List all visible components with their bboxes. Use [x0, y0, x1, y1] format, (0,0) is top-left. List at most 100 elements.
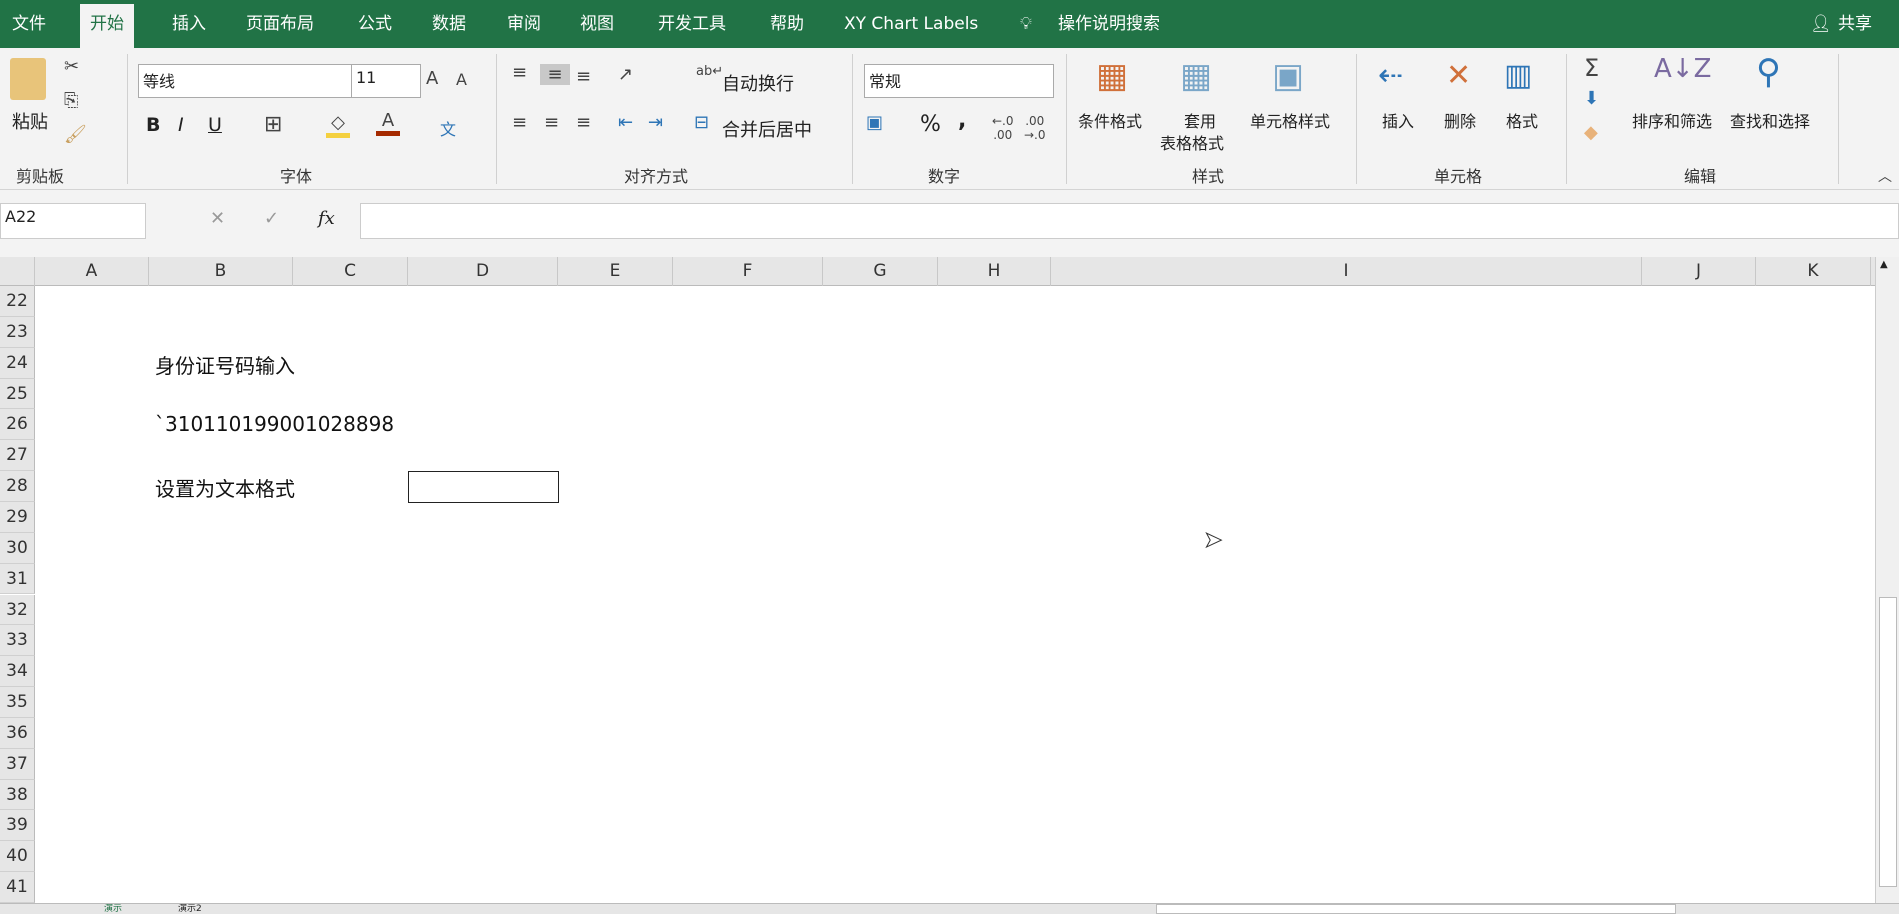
sheet-tab-active[interactable]: 演示 — [104, 904, 122, 914]
clear-icon[interactable]: ◆ — [1584, 122, 1598, 143]
increase-font-icon[interactable]: A — [426, 68, 438, 89]
bold-button[interactable]: B — [146, 114, 160, 136]
underline-button[interactable]: U — [208, 114, 222, 136]
col-header-H[interactable]: H — [938, 257, 1051, 286]
col-header-G[interactable]: G — [823, 257, 938, 286]
row-header-22[interactable]: 22 — [0, 286, 35, 317]
col-header-I[interactable]: I — [1051, 257, 1642, 286]
font-size-select[interactable]: 11 — [351, 64, 421, 98]
orientation-icon[interactable]: ↗ — [618, 64, 633, 85]
accounting-format-icon[interactable]: ▣ — [866, 112, 883, 133]
col-header-E[interactable]: E — [558, 257, 673, 286]
select-all[interactable] — [0, 257, 35, 286]
row-header-27[interactable]: 27 — [0, 440, 35, 472]
tell-me-search[interactable]: 操作说明搜索 — [1048, 0, 1170, 48]
merge-center-button[interactable]: 合并后居中 — [722, 116, 812, 142]
row-header-29[interactable]: 29 — [0, 501, 35, 533]
row-header-37[interactable]: 37 — [0, 748, 35, 780]
decrease-font-icon[interactable]: A — [456, 70, 467, 89]
number-format-select[interactable]: 常规 — [864, 64, 1054, 98]
font-name-select[interactable]: 等线 — [138, 64, 352, 98]
format-cells-button[interactable]: 格式 — [1506, 108, 1538, 132]
borders-icon[interactable]: ⊞ — [264, 112, 282, 137]
tab-help[interactable]: 帮助 — [760, 0, 814, 48]
col-header-D[interactable]: D — [408, 257, 558, 286]
row-header-38[interactable]: 38 — [0, 779, 35, 811]
cell-B24[interactable]: 身份证号码输入 — [155, 350, 295, 379]
row-header-23[interactable]: 23 — [0, 316, 35, 348]
tab-insert[interactable]: 插入 — [162, 0, 216, 48]
decrease-indent-icon[interactable]: ⇤ — [618, 112, 633, 133]
row-header-33[interactable]: 33 — [0, 625, 35, 657]
italic-button[interactable]: I — [178, 114, 184, 136]
col-header-J[interactable]: J — [1642, 257, 1756, 286]
collapse-ribbon-icon[interactable]: ︿ — [1878, 166, 1892, 186]
percent-button[interactable]: % — [920, 112, 941, 137]
insert-cells-button[interactable]: 插入 — [1382, 108, 1414, 132]
format-as-table-button[interactable]: 表格格式 — [1160, 130, 1224, 154]
row-header-34[interactable]: 34 — [0, 656, 35, 688]
cell-D28-bordered[interactable] — [408, 471, 559, 503]
increase-decimal-icon[interactable]: ←.0.00 — [992, 114, 1014, 142]
row-header-39[interactable]: 39 — [0, 810, 35, 842]
row-header-26[interactable]: 26 — [0, 409, 35, 441]
col-header-K[interactable]: K — [1756, 257, 1871, 286]
sheet-tab[interactable]: 演示2 — [178, 904, 202, 914]
tab-page-layout[interactable]: 页面布局 — [236, 0, 324, 48]
enter-icon[interactable]: ✓ — [264, 208, 279, 229]
scrollbar-thumb[interactable] — [1879, 597, 1897, 887]
fill-icon[interactable]: ⬇ — [1584, 88, 1599, 109]
row-header-30[interactable]: 30 — [0, 532, 35, 564]
row-header-35[interactable]: 35 — [0, 687, 35, 718]
formula-input[interactable] — [360, 203, 1899, 239]
tab-xy-chart-labels[interactable]: XY Chart Labels — [834, 0, 988, 48]
tab-developer[interactable]: 开发工具 — [648, 0, 736, 48]
fill-color-icon[interactable]: ◇ — [326, 112, 350, 138]
align-top-icon[interactable]: ≡ — [512, 62, 527, 83]
row-header-41[interactable]: 41 — [0, 872, 35, 903]
cancel-icon[interactable]: ✕ — [210, 208, 225, 229]
tab-file[interactable]: 文件 — [2, 0, 56, 48]
conditional-format-button[interactable]: 条件格式 — [1078, 108, 1142, 132]
increase-indent-icon[interactable]: ⇥ — [648, 112, 663, 133]
sort-filter-button[interactable]: 排序和筛选 — [1632, 108, 1712, 132]
cell-B28[interactable]: 设置为文本格式 — [155, 473, 295, 502]
align-right-icon[interactable]: ≡ — [576, 112, 591, 133]
find-select-button[interactable]: 查找和选择 — [1730, 108, 1810, 132]
tab-formulas[interactable]: 公式 — [348, 0, 402, 48]
paste-button[interactable]: 粘贴 — [12, 108, 48, 134]
tab-data[interactable]: 数据 — [422, 0, 476, 48]
col-header-F[interactable]: F — [673, 257, 823, 286]
name-box[interactable]: A22 — [0, 203, 146, 239]
tab-review[interactable]: 审阅 — [497, 0, 551, 48]
col-header-B[interactable]: B — [149, 257, 293, 286]
share-button[interactable]: 共享 — [1828, 0, 1882, 48]
row-header-32[interactable]: 32 — [0, 594, 35, 626]
autosum-icon[interactable]: Σ — [1584, 54, 1599, 82]
row-header-28[interactable]: 28 — [0, 471, 35, 502]
comma-button[interactable]: , — [958, 108, 966, 133]
format-as-table-line1[interactable]: 套用 — [1184, 108, 1216, 132]
align-middle-icon[interactable]: ≡ — [540, 64, 570, 85]
row-header-31[interactable]: 31 — [0, 563, 35, 595]
horizontal-scrollbar[interactable] — [1156, 904, 1676, 914]
tab-view[interactable]: 视图 — [570, 0, 624, 48]
scroll-up-icon[interactable]: ▲ — [1880, 259, 1888, 270]
row-header-24[interactable]: 24 — [0, 347, 35, 379]
tab-home[interactable]: 开始 — [80, 4, 134, 48]
insert-function-button[interactable]: fx — [318, 208, 335, 229]
align-bottom-icon[interactable]: ≡ — [576, 66, 591, 87]
font-color-icon[interactable]: A — [376, 110, 400, 136]
row-header-40[interactable]: 40 — [0, 841, 35, 873]
format-painter-icon[interactable]: 🖌︎ — [64, 124, 87, 145]
vertical-scrollbar[interactable]: ▲ — [1875, 257, 1899, 903]
decrease-decimal-icon[interactable]: .00 →.0 — [1024, 114, 1046, 142]
col-header-A[interactable]: A — [35, 257, 149, 286]
cell-styles-button[interactable]: 单元格样式 — [1250, 108, 1330, 132]
align-center-icon[interactable]: ≡ — [544, 112, 559, 133]
wrap-text-button[interactable]: 自动换行 — [722, 70, 794, 96]
cut-icon[interactable]: ✂ — [64, 56, 79, 77]
row-header-25[interactable]: 25 — [0, 378, 35, 410]
row-header-36[interactable]: 36 — [0, 717, 35, 749]
delete-cells-button[interactable]: 删除 — [1444, 108, 1476, 132]
